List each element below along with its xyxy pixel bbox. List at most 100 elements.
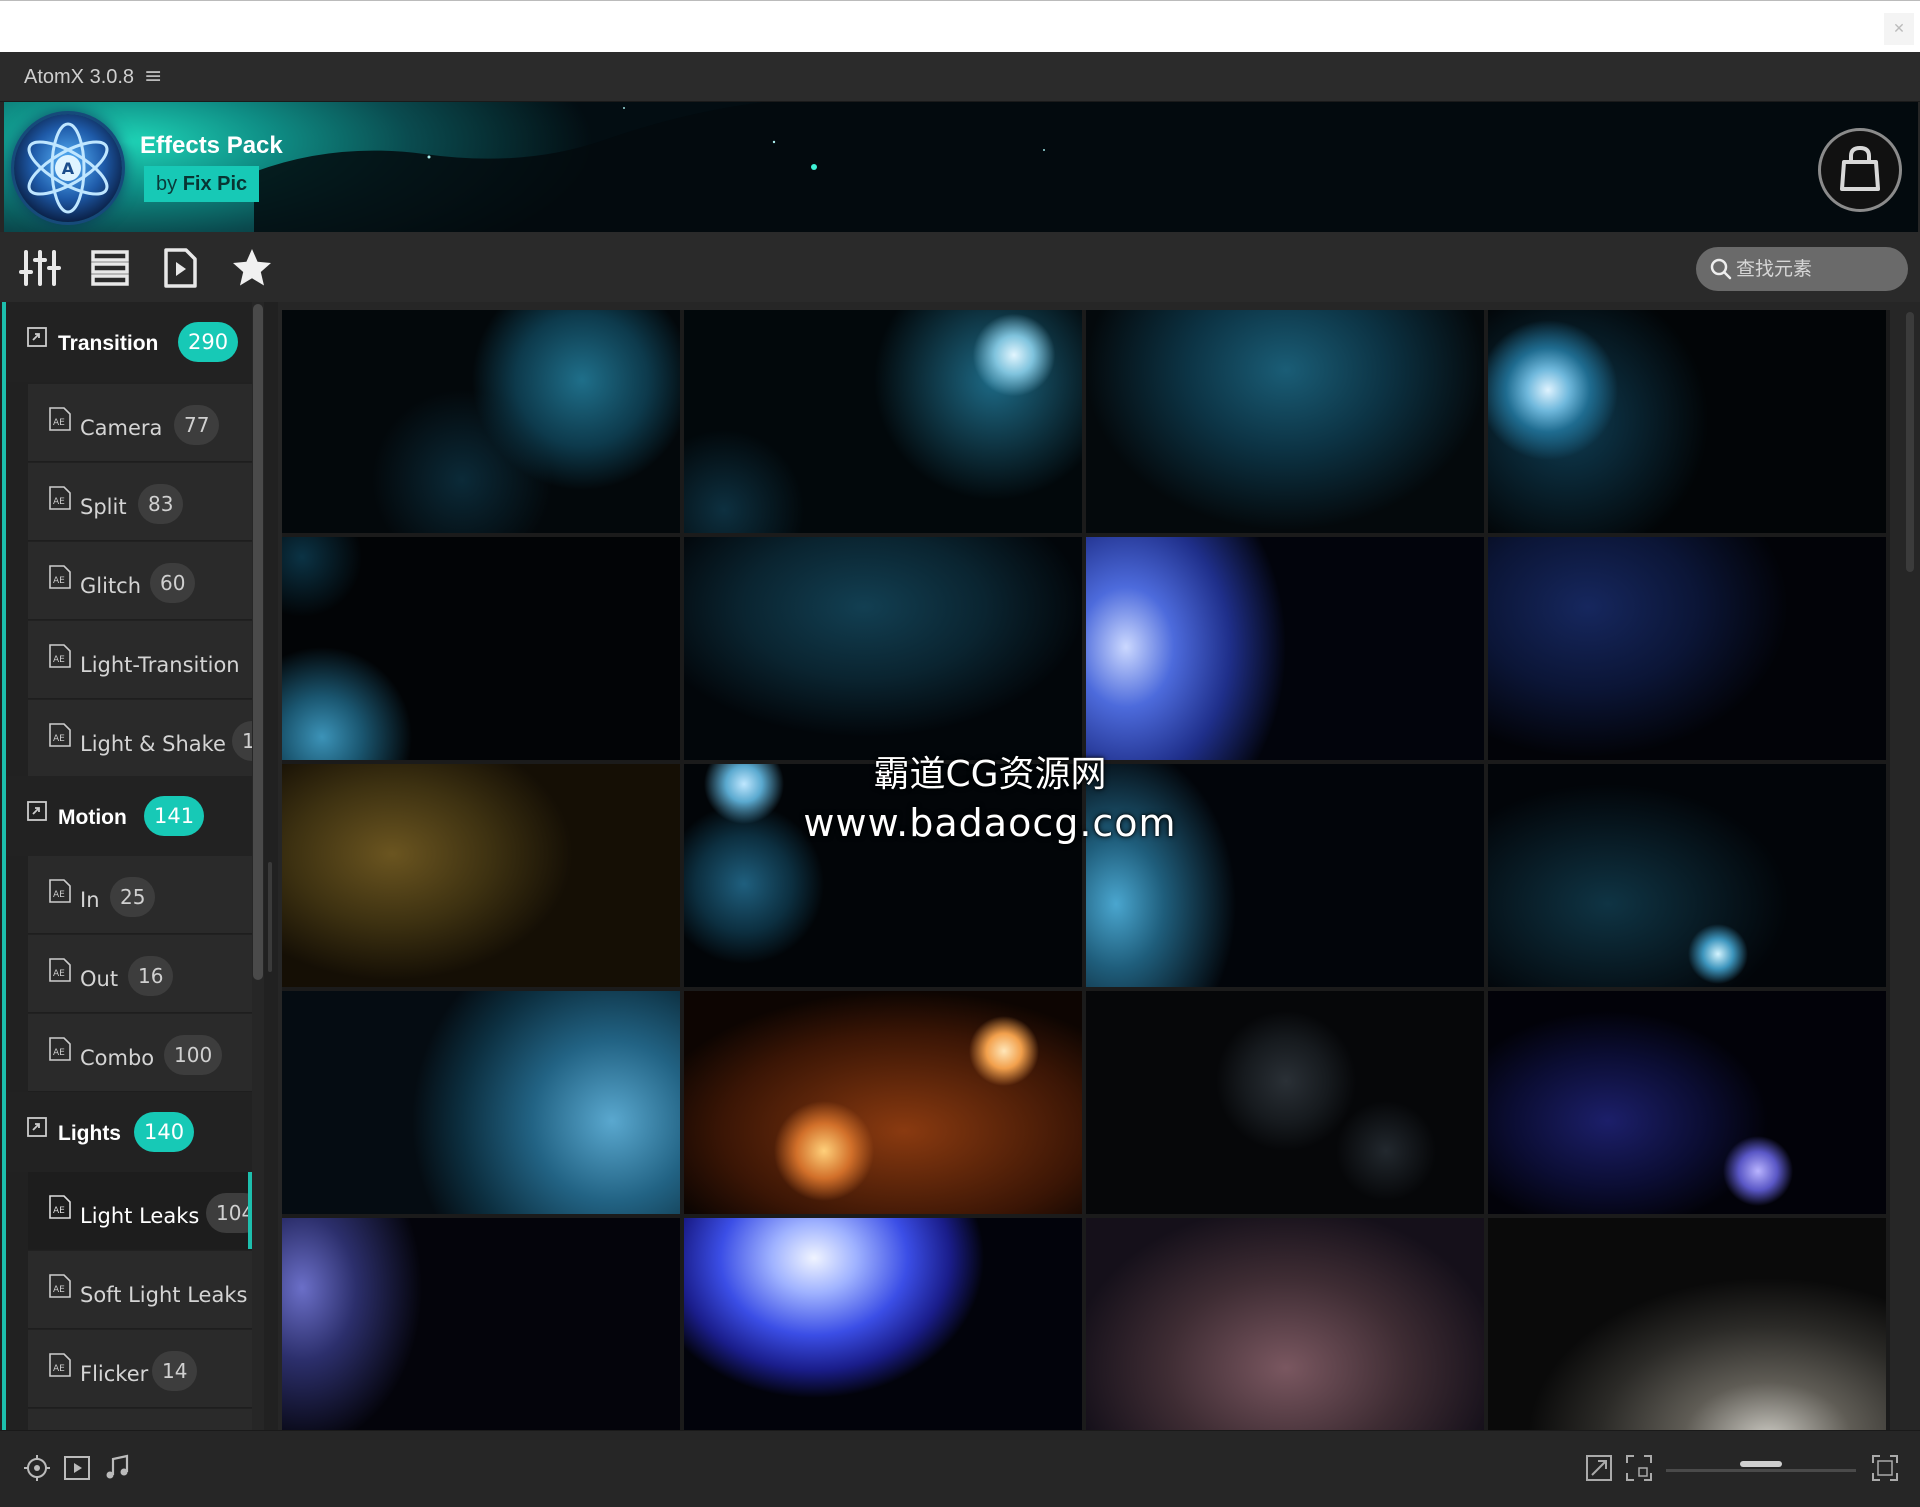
svg-text:AE: AE [53, 969, 65, 979]
category-count-badge: 290 [178, 322, 239, 362]
ae-file-icon: AE [49, 958, 71, 982]
shopping-bag-button[interactable] [1818, 128, 1902, 212]
sidebar-item-label: Light-Transition [80, 653, 240, 677]
preview-thumbnail[interactable] [282, 991, 680, 1214]
ae-file-icon: AE [49, 644, 71, 668]
svg-text:AE: AE [53, 890, 65, 900]
preview-thumbnail[interactable] [1086, 1218, 1484, 1430]
svg-text:AE: AE [53, 734, 65, 744]
sidebar-item-label: Camera [80, 416, 163, 440]
fullscreen-icon[interactable] [1624, 1453, 1654, 1483]
sidebar-item-label: Light & Shake [80, 732, 226, 756]
sliders-icon[interactable] [18, 246, 62, 290]
preview-thumbnail[interactable] [282, 310, 680, 533]
sidebar-accent-bar [2, 302, 6, 1430]
preview-thumbnail[interactable] [282, 1218, 680, 1430]
fit-icon[interactable] [1584, 1453, 1614, 1483]
preview-thumbnail[interactable] [1086, 537, 1484, 760]
preview-icon[interactable] [158, 246, 202, 290]
category-motion[interactable]: Motion 141 [6, 776, 252, 856]
category-count-badge: 141 [144, 796, 205, 836]
watermark-line-2: www.badaocg.com [803, 801, 1177, 845]
list-view-icon[interactable] [88, 246, 132, 290]
sidebar-item-label: Combo [80, 1046, 155, 1070]
close-icon[interactable]: ✕ [1884, 13, 1914, 45]
preview-thumbnail[interactable] [684, 1218, 1082, 1430]
host-window-titlebar: ✕ [0, 0, 1920, 52]
zoom-slider-thumb[interactable] [1740, 1461, 1782, 1467]
preview-thumbnail[interactable] [684, 537, 1082, 760]
watermark: 霸道CG资源网 www.badaocg.com [740, 752, 1240, 848]
folder-link-icon [27, 327, 47, 347]
sidebar-item-light-leaks[interactable]: AE Light Leaks 104 [28, 1172, 252, 1250]
video-icon[interactable] [62, 1453, 92, 1483]
preview-thumbnail[interactable] [684, 310, 1082, 533]
sidebar-item-label: Flicker [80, 1362, 149, 1386]
sidebar-item-flicker[interactable]: AE Flicker 14 [28, 1330, 252, 1408]
sidebar-item-light-and-shake[interactable]: AE Light & Shake 14 [28, 700, 252, 778]
target-icon[interactable] [22, 1453, 52, 1483]
grid-scrollbar-thumb[interactable] [1906, 312, 1914, 572]
svg-text:AE: AE [53, 1048, 65, 1058]
sidebar-item-out[interactable]: AE Out 16 [28, 935, 252, 1013]
svg-text:AE: AE [53, 1206, 65, 1216]
zoom-slider-track[interactable] [1666, 1469, 1856, 1472]
item-count-badge: 100 [164, 1035, 223, 1075]
item-count-badge: 16 [128, 956, 174, 996]
preview-thumbnail[interactable] [1488, 310, 1886, 533]
preview-thumbnail[interactable] [1086, 310, 1484, 533]
shopping-bag-icon [1840, 145, 1880, 191]
sidebar-item-in[interactable]: AE In 25 [28, 856, 252, 934]
ae-file-icon: AE [49, 1274, 71, 1298]
search-input[interactable] [1736, 247, 1896, 291]
sidebar-item-light-transition[interactable]: AE Light-Transition [28, 621, 252, 699]
sidebar-item-combo[interactable]: AE Combo 100 [28, 1014, 252, 1092]
sidebar-scrollbar-thumb[interactable] [253, 304, 263, 980]
preview-thumbnail[interactable] [282, 764, 680, 987]
badge-prefix: by [156, 173, 178, 195]
ae-file-icon: AE [49, 1195, 71, 1219]
pack-author-badge[interactable]: by Fix Pic [144, 166, 260, 202]
svg-text:A: A [62, 159, 75, 178]
category-label: Transition [58, 332, 159, 355]
music-icon[interactable] [102, 1453, 132, 1483]
sidebar-item-camera[interactable]: AE Camera 77 [28, 384, 252, 462]
preview-thumbnail[interactable] [1488, 764, 1886, 987]
category-transition[interactable]: Transition 290 [6, 302, 252, 382]
item-count-badge: 104 [206, 1193, 252, 1233]
sidebar-item-soft-light-leaks[interactable]: AE Soft Light Leaks [28, 1251, 252, 1329]
pack-banner: A Effects Pack by Fix Pic [4, 102, 1918, 232]
badge-author: Fix Pic [182, 173, 248, 195]
preview-thumbnail[interactable] [282, 537, 680, 760]
sidebar-item-label: In [80, 888, 100, 912]
sidebar-item-glitch[interactable]: AE Glitch 60 [28, 542, 252, 620]
preview-thumbnail[interactable] [1086, 991, 1484, 1214]
search-box[interactable] [1696, 247, 1908, 291]
preview-thumbnail[interactable] [1488, 1218, 1886, 1430]
sidebar-item-label: Light Leaks [80, 1204, 200, 1228]
svg-text:AE: AE [53, 1364, 65, 1374]
ae-file-icon: AE [49, 879, 71, 903]
preview-thumbnail[interactable] [1488, 537, 1886, 760]
category-sidebar: Transition 290 AE Camera 77 AE Split 83 … [0, 302, 278, 1430]
preview-thumbnail[interactable] [1488, 991, 1886, 1214]
toolbar [0, 232, 1920, 302]
sidebar-item-split[interactable]: AE Split 83 [28, 463, 252, 541]
preview-thumbnail[interactable] [684, 991, 1082, 1214]
ae-file-icon: AE [49, 407, 71, 431]
ae-file-icon: AE [49, 1353, 71, 1377]
category-lights[interactable]: Lights 140 [6, 1092, 252, 1172]
item-count-badge: 25 [110, 877, 156, 917]
folder-link-icon [27, 1117, 47, 1137]
item-count-badge: 60 [150, 563, 196, 603]
hamburger-icon[interactable]: ≡ [144, 64, 162, 89]
sidebar-item-label: Out [80, 967, 119, 991]
ae-file-icon: AE [49, 723, 71, 747]
sidebar-item-partial[interactable] [28, 1409, 252, 1430]
star-icon[interactable] [230, 246, 274, 290]
splitter-handle[interactable] [268, 862, 272, 972]
grid-size-icon[interactable] [1870, 1453, 1900, 1483]
item-count-badge: 77 [174, 405, 220, 445]
ae-file-icon: AE [49, 565, 71, 589]
svg-text:AE: AE [53, 497, 65, 507]
